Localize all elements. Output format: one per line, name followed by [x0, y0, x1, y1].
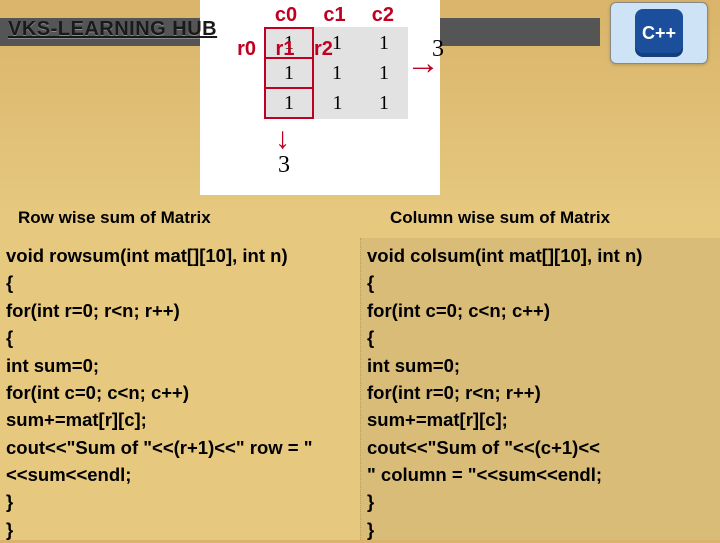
- row-header: r2: [305, 36, 333, 62]
- subtitle-row-sum: Row wise sum of Matrix: [18, 208, 211, 228]
- brand-label: VKS-LEARNING HUB: [8, 18, 217, 41]
- matrix-illustration: c0 c1 c2 r0 r1 r2 1 1 1 1 1 1 1 1 1: [200, 0, 440, 195]
- col-header: c1: [312, 4, 356, 27]
- matrix-cell: 1: [265, 88, 313, 118]
- arrow-down-icon: ↓: [275, 122, 290, 156]
- code-area: void rowsum(int mat[][10], int n) { for(…: [0, 238, 720, 540]
- col-header: c2: [361, 4, 405, 27]
- cpp-logo-text: C++: [635, 9, 683, 57]
- row-headers: r0 r1 r2: [228, 36, 339, 64]
- code-colsum: void colsum(int mat[][10], int n) { for(…: [360, 238, 720, 540]
- code-rowsum: void rowsum(int mat[][10], int n) { for(…: [0, 238, 360, 540]
- column-sum-value: 3: [278, 152, 290, 179]
- matrix-cell: 1: [361, 28, 407, 58]
- row-header: r0: [228, 36, 256, 62]
- column-headers: c0 c1 c2: [264, 4, 408, 27]
- subtitle-col-sum: Column wise sum of Matrix: [390, 208, 610, 228]
- matrix-cell: 1: [361, 58, 407, 88]
- col-header: c0: [264, 4, 308, 27]
- matrix-cell: 1: [313, 88, 361, 118]
- row-sum-value: 3: [432, 36, 444, 63]
- row-header: r1: [266, 36, 294, 62]
- cpp-logo: C++: [610, 2, 708, 64]
- matrix-cell: 1: [361, 88, 407, 118]
